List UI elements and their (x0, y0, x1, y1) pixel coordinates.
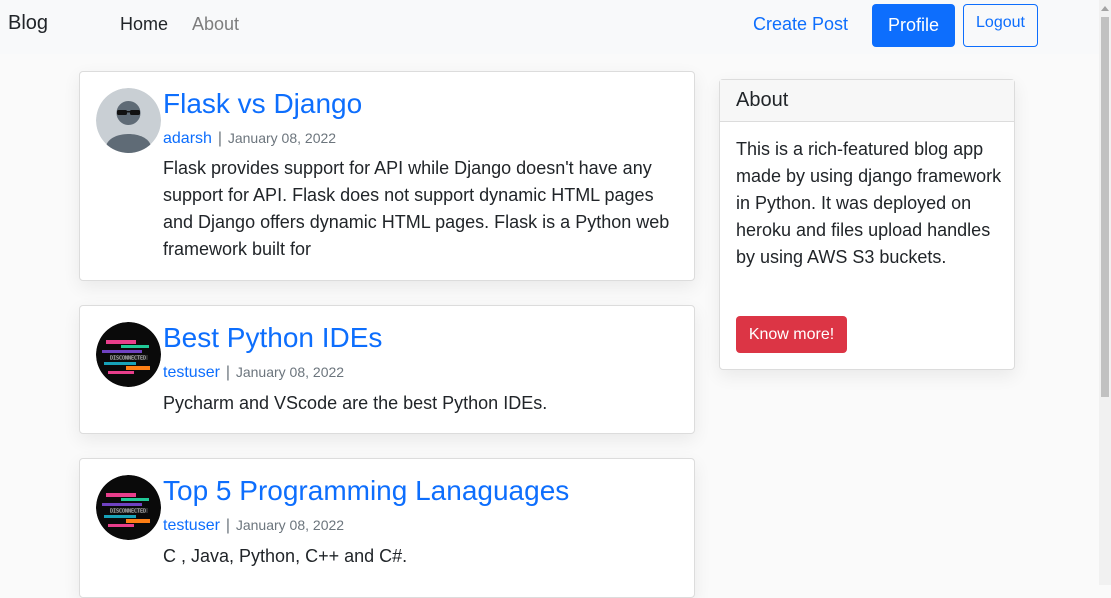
scrollbar[interactable] (1099, 0, 1111, 585)
post-content: Pycharm and VScode are the best Python I… (163, 393, 548, 413)
post-card: DISCONNECTED Best Python IDEs testuser |… (79, 305, 695, 434)
post-date: January 08, 2022 (235, 364, 345, 380)
meta-separator: | (225, 364, 230, 381)
user-avatar-icon[interactable]: DISCONNECTED (96, 475, 161, 540)
post-author-link[interactable]: testuser (163, 517, 220, 534)
post-date: January 08, 2022 (235, 517, 345, 533)
post-date: January 08, 2022 (227, 130, 337, 146)
about-card-text: This is a rich-featured blog app made by… (736, 139, 1002, 267)
meta-separator: | (217, 130, 222, 147)
svg-text:DISCONNECTED: DISCONNECTED (110, 356, 146, 362)
post-content: C , Java, Python, C++ and C#. (163, 546, 408, 566)
navbar: Blog Home About Create Post Profile Logo… (0, 0, 1099, 54)
svg-text:DISCONNECTED: DISCONNECTED (110, 509, 146, 515)
post-author-link[interactable]: adarsh (163, 130, 212, 147)
post-meta: testuser | January 08, 2022 (163, 364, 344, 382)
post-card: Flask vs Django adarsh | January 08, 202… (79, 71, 695, 281)
meta-separator: | (225, 517, 230, 534)
post-meta: testuser | January 08, 2022 (163, 517, 344, 535)
post-card: DISCONNECTED Top 5 Programming Lanaguage… (79, 458, 695, 598)
scrollbar-thumb[interactable] (1101, 17, 1109, 397)
user-avatar-icon[interactable]: DISCONNECTED (96, 322, 161, 387)
post-meta: adarsh | January 08, 2022 (163, 130, 336, 148)
user-avatar-icon[interactable] (96, 88, 161, 153)
know-more-button[interactable]: Know more! (736, 316, 847, 353)
post-content: Flask provides support for API while Dja… (163, 158, 670, 259)
about-card: About This is a rich-featured blog app m… (719, 79, 1015, 370)
post-title-link[interactable]: Flask vs Django (163, 88, 362, 120)
brand-link[interactable]: Blog (8, 12, 48, 35)
post-author-link[interactable]: testuser (163, 364, 220, 381)
create-post-link[interactable]: Create Post (753, 14, 848, 35)
logout-button[interactable]: Logout (963, 4, 1038, 47)
about-card-header: About (720, 80, 1014, 122)
post-title-link[interactable]: Top 5 Programming Lanaguages (163, 475, 569, 507)
nav-home-link[interactable]: Home (120, 14, 168, 35)
nav-about-link[interactable]: About (192, 14, 239, 35)
post-title-link[interactable]: Best Python IDEs (163, 322, 382, 354)
profile-button[interactable]: Profile (872, 4, 955, 47)
scroll-up-arrow-icon[interactable] (1099, 2, 1111, 14)
